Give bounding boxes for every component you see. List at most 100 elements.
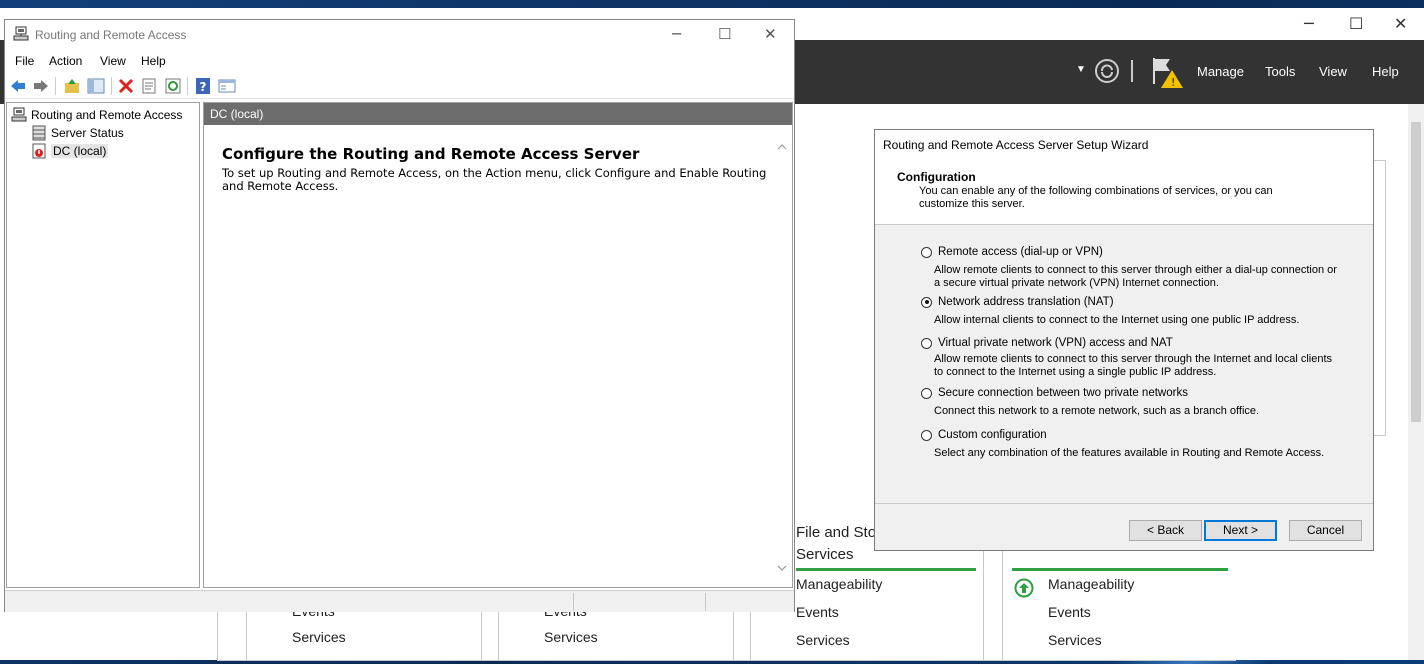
wizard-options: Remote access (dial-up or VPN) Allow rem… — [875, 226, 1373, 504]
option-nat[interactable]: Network address translation (NAT) — [921, 296, 1114, 308]
server-down-icon — [32, 143, 46, 159]
tile-services[interactable]: Services — [1048, 632, 1102, 648]
radio-remote-access[interactable] — [921, 246, 932, 258]
menu-help[interactable]: Help — [1372, 64, 1399, 79]
delete-icon[interactable] — [117, 77, 135, 95]
section-title: Configuration — [897, 170, 976, 184]
forward-arrow-icon[interactable] — [32, 77, 50, 95]
tree-item-label: DC (local) — [51, 144, 109, 158]
minimize-icon[interactable]: ─ — [672, 25, 681, 43]
close-icon[interactable]: ✕ — [1394, 14, 1407, 33]
next-button[interactable]: Next > — [1204, 520, 1277, 541]
rras-titlebar: Routing and Remote Access ─ ☐ ✕ — [5, 20, 794, 50]
up-folder-icon[interactable] — [63, 77, 81, 95]
svg-text:?: ? — [200, 80, 207, 94]
menu-tools[interactable]: Tools — [1265, 64, 1295, 79]
option-vpn-nat[interactable]: Virtual private network (VPN) access and… — [921, 337, 1173, 349]
separator — [1131, 60, 1133, 82]
menu-view[interactable]: View — [100, 54, 126, 68]
notifications-flag-icon[interactable]: ! — [1150, 56, 1186, 90]
option-label: Secure connection between two private ne… — [938, 387, 1188, 399]
tree-item-server-status[interactable]: Server Status — [31, 125, 124, 141]
radio-nat-selected[interactable] — [921, 296, 932, 308]
menu-help[interactable]: Help — [141, 54, 166, 68]
help-icon[interactable]: ? — [194, 77, 212, 95]
up-arrow-status-icon — [1014, 578, 1034, 598]
menu-view[interactable]: View — [1319, 64, 1347, 79]
server-status-icon — [32, 125, 46, 141]
status-bar-green — [1012, 568, 1228, 571]
option-label: Custom configuration — [938, 429, 1047, 441]
svg-text:!: ! — [1171, 76, 1175, 89]
tile-services[interactable]: Services — [796, 632, 850, 648]
section-subtitle: You can enable any of the following comb… — [919, 185, 1273, 210]
tile-events[interactable]: Events — [796, 604, 839, 620]
refresh-icon[interactable] — [1094, 58, 1120, 84]
tile-title-line2[interactable]: Services — [796, 546, 854, 563]
option-desc: Allow remote clients to connect to this … — [934, 264, 1337, 289]
tile-services[interactable]: Services — [544, 629, 598, 645]
option-desc: Allow internal clients to connect to the… — [934, 314, 1300, 326]
scrollbar-thumb[interactable] — [1411, 122, 1421, 422]
radio-custom[interactable] — [921, 429, 932, 441]
radio-secure-connection[interactable] — [921, 387, 932, 399]
tile-manageability[interactable]: Manageability — [796, 576, 882, 592]
action-pane-icon[interactable] — [218, 77, 236, 95]
configure-instructions: To set up Routing and Remote Access, on … — [222, 166, 767, 193]
tile-manageability[interactable]: Manageability — [1048, 576, 1134, 592]
status-divider — [705, 593, 706, 611]
menu-file[interactable]: File — [15, 54, 34, 68]
menu-manage[interactable]: Manage — [1197, 64, 1244, 79]
menu-action[interactable]: Action — [49, 54, 82, 68]
option-desc: Allow remote clients to connect to this … — [934, 353, 1333, 378]
dropdown-arrow-icon[interactable]: ▼ — [1076, 64, 1086, 75]
option-desc: Select any combination of the features a… — [934, 447, 1325, 459]
configure-heading: Configure the Routing and Remote Access … — [222, 145, 640, 163]
toolbar: ? — [5, 73, 794, 99]
menu-bar: File Action View Help — [5, 50, 794, 72]
maximize-icon[interactable]: ☐ — [718, 25, 731, 43]
status-bar-green — [796, 568, 976, 571]
option-desc: Connect this network to a remote network… — [934, 405, 1260, 417]
maximize-icon[interactable]: ☐ — [1349, 14, 1363, 33]
option-label: Virtual private network (VPN) access and… — [938, 337, 1173, 349]
results-pane: DC (local) Configure the Routing and Rem… — [203, 102, 793, 588]
toolbar-separator — [55, 77, 56, 95]
close-icon[interactable]: ✕ — [764, 25, 777, 43]
radio-vpn-nat[interactable] — [921, 337, 932, 349]
back-button[interactable]: < Back — [1129, 520, 1202, 541]
toolbar-separator — [187, 77, 188, 95]
cancel-button[interactable]: Cancel — [1289, 520, 1362, 541]
wizard-title: Routing and Remote Access Server Setup W… — [875, 130, 1373, 160]
tile-services[interactable]: Services — [292, 629, 346, 645]
minimize-icon[interactable]: ─ — [1304, 14, 1314, 33]
rras-app-icon — [13, 26, 29, 41]
status-bar — [5, 590, 794, 612]
properties-icon[interactable] — [140, 77, 158, 95]
rras-window: Routing and Remote Access ─ ☐ ✕ File Act… — [4, 19, 795, 612]
refresh-icon[interactable] — [164, 77, 182, 95]
option-label: Network address translation (NAT) — [938, 296, 1114, 308]
results-scrollbar[interactable] — [776, 143, 788, 573]
results-header: DC (local) — [204, 103, 792, 125]
toolbar-separator — [111, 77, 112, 95]
tile-events[interactable]: Events — [1048, 604, 1091, 620]
tree-root-rras[interactable]: Routing and Remote Access — [11, 107, 182, 123]
rras-node-icon — [11, 107, 27, 122]
back-arrow-icon[interactable] — [9, 77, 27, 95]
tree-root-label: Routing and Remote Access — [31, 108, 183, 122]
server-manager-scrollbar[interactable] — [1408, 104, 1424, 660]
status-divider — [573, 593, 574, 611]
option-label: Remote access (dial-up or VPN) — [938, 246, 1103, 258]
setup-wizard-dialog: Routing and Remote Access Server Setup W… — [874, 129, 1374, 551]
show-hide-tree-icon[interactable] — [87, 77, 105, 95]
window-title: Routing and Remote Access — [35, 28, 187, 42]
wizard-header: Configuration You can enable any of the … — [875, 160, 1373, 225]
tree-item-dc-local[interactable]: DC (local) — [31, 143, 109, 159]
tree-item-label: Server Status — [51, 126, 124, 140]
option-remote-access[interactable]: Remote access (dial-up or VPN) — [921, 246, 1103, 258]
tile-title[interactable]: File and Sto — [796, 524, 876, 541]
option-custom[interactable]: Custom configuration — [921, 429, 1047, 441]
option-secure-connection[interactable]: Secure connection between two private ne… — [921, 387, 1188, 399]
console-tree: Routing and Remote Access Server Status … — [6, 102, 200, 588]
